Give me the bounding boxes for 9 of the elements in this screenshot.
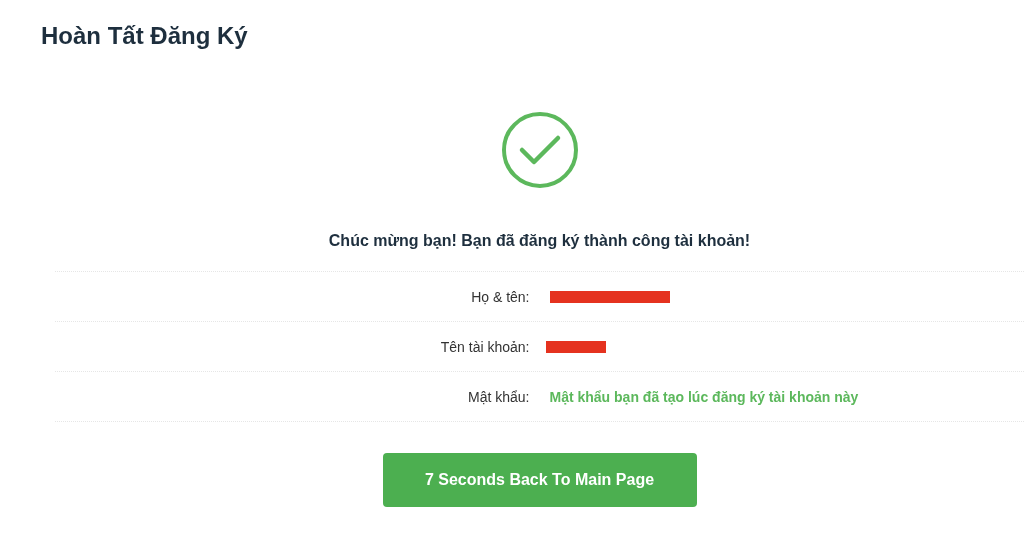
- detail-label: Mật khẩu:: [468, 388, 530, 405]
- page-title: Hoàn Tất Đăng Ký: [41, 22, 249, 50]
- detail-label: Tên tài khoản:: [440, 338, 530, 355]
- success-check-icon: [500, 111, 579, 189]
- redaction-bar: [545, 340, 606, 353]
- detail-value: Mật khẩu bạn đã tạo lúc đăng ký tài khoản này: [549, 388, 859, 405]
- success-message: Chúc mừng bạn! Bạn đã đăng ký thành công tài khoản!: [328, 232, 751, 250]
- detail-label: Họ & tên:: [471, 288, 530, 305]
- back-to-main-button[interactable]: 7 Seconds Back To Main Page: [382, 453, 697, 507]
